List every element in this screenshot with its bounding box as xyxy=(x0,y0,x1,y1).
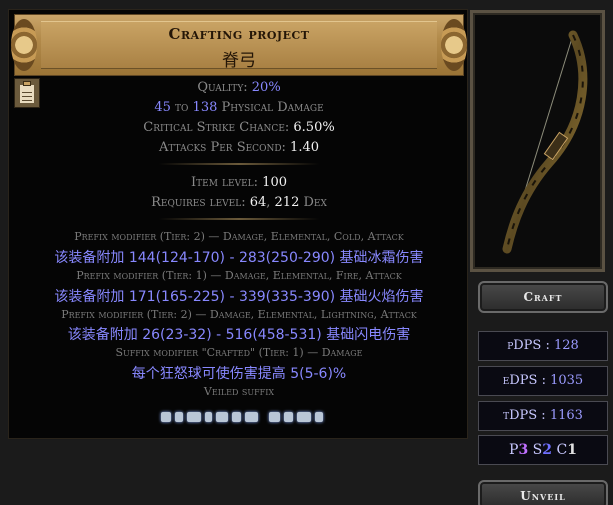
phys-min: 45 xyxy=(154,100,171,115)
aps-value: 1.40 xyxy=(290,140,319,155)
required-level: 64 xyxy=(249,195,267,210)
mod-value: 该装备附加 144(124-170) - 283(250-290) 基础冰霜伤害 xyxy=(54,250,424,266)
edps-value: 1035 xyxy=(550,373,584,388)
pdps-value: 128 xyxy=(553,338,579,353)
mod-value: 该装备附加 171(165-225) - 339(335-390) 基础火焰伤害 xyxy=(54,289,424,305)
socket-summary: P3 S2 C1 xyxy=(478,435,608,465)
mod-value: 该装备附加 26(23-32) - 516(458-531) 基础闪电伤害 xyxy=(67,327,411,343)
required-dex: 212 xyxy=(274,195,300,210)
pdps-box: pDPS : 128 xyxy=(478,331,608,361)
requirements-line: Requires level: 64, 212 Dex xyxy=(151,195,327,210)
bow-icon xyxy=(470,10,605,272)
mod-header: Prefix modifier (Tier: 2) — Damage, Elem… xyxy=(61,308,417,321)
mod-header: Prefix modifier (Tier: 1) — Damage, Elem… xyxy=(76,269,402,282)
aps-line: Attacks Per Second: 1.40 xyxy=(159,140,319,155)
item-header: Crafting project 脊弓 xyxy=(11,14,467,76)
quality-line: Quality: 20% xyxy=(197,80,281,95)
phys-max: 138 xyxy=(192,100,218,115)
item-base-name: 脊弓 xyxy=(222,51,256,71)
crit-line: Critical Strike Chance: 6.50% xyxy=(143,120,335,135)
veiled-suffix-label: Veiled suffix xyxy=(203,385,275,398)
quality-value: 20% xyxy=(251,80,281,95)
veiled-runes-icon xyxy=(157,408,327,428)
separator xyxy=(159,163,319,165)
crit-value: 6.50% xyxy=(293,120,335,135)
craft-button[interactable]: Craft xyxy=(478,281,608,313)
mod-header: Suffix modifier "Crafted" (Tier: 1) — Da… xyxy=(115,346,363,359)
mod-header: Prefix modifier (Tier: 2) — Damage, Elem… xyxy=(74,230,404,243)
item-level-value: 100 xyxy=(262,175,287,190)
tdps-box: tDPS : 1163 xyxy=(478,401,608,431)
tdps-value: 1163 xyxy=(549,408,583,423)
item-tooltip: Crafting project 脊弓 Quality: 20% 45 to 1… xyxy=(8,9,468,439)
mod-value: 每个狂怒球可使伤害提高 5(5-6)% xyxy=(131,366,347,382)
unveil-button[interactable]: Unveil xyxy=(478,480,608,505)
separator xyxy=(159,218,319,220)
item-level-line: Item level: 100 xyxy=(191,175,287,190)
physical-damage-line: 45 to 138 Physical Damage xyxy=(154,100,324,115)
edps-box: eDPS : 1035 xyxy=(478,366,608,396)
item-title: Crafting project xyxy=(168,25,310,43)
